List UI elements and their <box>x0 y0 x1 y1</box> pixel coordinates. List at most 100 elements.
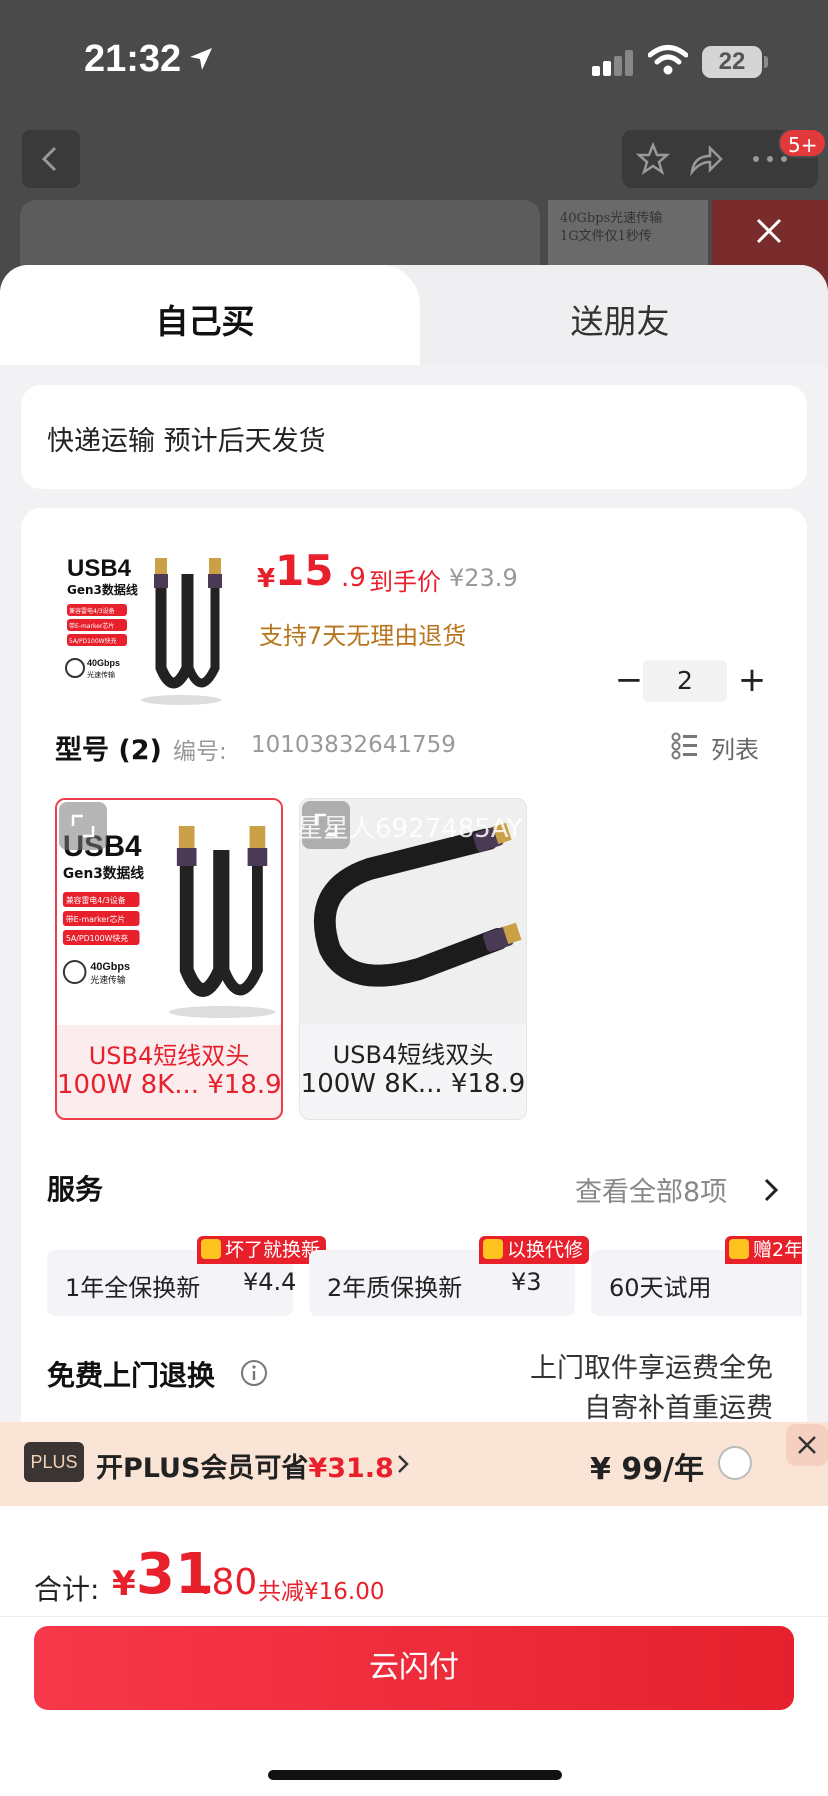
model-code: 10103832641759 <box>251 732 456 758</box>
info-icon[interactable] <box>239 1358 269 1388</box>
service-price: ¥4.4 <box>243 1268 297 1296</box>
variant-spec: 100W 8K... ¥18.9 <box>57 1070 281 1100</box>
variant-price: ¥18.9 <box>207 1070 282 1100</box>
variant-sub: 100W 8K... <box>57 1070 199 1100</box>
plus-save-amount: ¥31.8 <box>308 1453 394 1484</box>
total-label: 合计: <box>34 1573 100 1606</box>
variant-name: USB4短线双头 <box>332 1041 494 1069</box>
star-icon <box>483 1239 503 1259</box>
plus-radio[interactable] <box>718 1446 752 1480</box>
list-view-icon[interactable] <box>671 732 699 760</box>
battery-nub <box>764 56 768 68</box>
thumb-speed: 40Gbps <box>87 658 120 668</box>
service-badge: 赠2年 <box>725 1236 802 1264</box>
thumb-brand: USB4 <box>67 555 132 582</box>
product-card: USB4 Gen3数据线 兼容雷电4/3设备 带E-marker芯片 5A/PD… <box>21 508 807 1488</box>
close-icon <box>798 1436 816 1454</box>
star-icon[interactable] <box>636 142 670 176</box>
location-arrow-icon <box>190 48 212 70</box>
plus-close-button[interactable] <box>786 1424 828 1466</box>
variant1-tag1: 兼容雷电4/3设备 <box>66 895 126 905</box>
banner-line1: 40Gbps光速传输 <box>560 211 663 226</box>
more-badge: 5+ <box>778 128 828 158</box>
free-return-title: 免费上门退换 <box>47 1359 216 1392</box>
plus-member-bar[interactable]: PLUS 开PLUS会员可省¥31.8 ¥ 99/年 <box>0 1422 828 1506</box>
original-price: ¥23.9 <box>449 564 518 592</box>
plus-price: ¥ 99/年 <box>590 1452 705 1487</box>
total-decimal: .80 <box>200 1562 258 1603</box>
plus-logo: PLUS <box>24 1442 84 1482</box>
expand-image-icon[interactable] <box>59 802 107 850</box>
checkout-footer: 合计: ¥ 31 .80 共减¥16.00 云闪付 <box>0 1506 828 1796</box>
back-button[interactable] <box>22 130 80 188</box>
service-label: 1年全保换新 <box>65 1274 201 1302</box>
service-label: 60天试用 <box>609 1274 712 1302</box>
variant-sub: 100W 8K... <box>300 1069 443 1099</box>
services-title: 服务 <box>47 1173 104 1206</box>
status-bar: 21:32 22 <box>0 0 828 120</box>
services-row: 1年全保换新 ¥4.4 坏了就换新 2年质保换新 ¥3 以换代修 60天试用 赠… <box>47 1236 802 1344</box>
tab-send-friend[interactable]: 送朋友 <box>420 295 820 343</box>
quantity-increase-button[interactable]: + <box>731 660 773 702</box>
battery-indicator: 22 <box>702 46 762 78</box>
price-integer: 15 <box>275 546 334 595</box>
variant1-speed: 40Gbps <box>90 961 130 973</box>
variant1-sub: Gen3数据线 <box>63 865 144 882</box>
price-symbol: ¥ <box>257 564 276 594</box>
home-indicator <box>268 1770 562 1780</box>
plus-promo-text: 开PLUS会员可省 <box>96 1453 309 1484</box>
variant-spec: 100W 8K... ¥18.9 <box>300 1069 526 1099</box>
cellular-signal-icon <box>592 50 633 76</box>
variant1-tag2: 带E-marker芯片 <box>66 914 125 924</box>
return-policy: 支持7天无理由退货 <box>259 622 467 650</box>
service-price: ¥3 <box>511 1268 542 1296</box>
background-banner: 40Gbps光速传输 1G文件仅1秒传 <box>548 200 708 270</box>
variant-name: USB4短线双头 <box>88 1042 250 1070</box>
product-thumbnail[interactable]: USB4 Gen3数据线 兼容雷电4/3设备 带E-marker芯片 5A/PD… <box>61 538 233 710</box>
service-label: 2年质保换新 <box>327 1274 463 1302</box>
variant-option-2[interactable]: USB4短线双头 100W 8K... ¥18.9 <box>299 798 527 1120</box>
delivery-card[interactable]: 快递运输 预计后天发货 <box>21 385 807 489</box>
service-badge-text: 以换代修 <box>507 1239 584 1261</box>
pay-button[interactable]: 云闪付 <box>34 1626 794 1710</box>
total-symbol: ¥ <box>112 1564 136 1604</box>
variant1-speed-sub: 光速传输 <box>90 974 125 986</box>
banner-line2: 1G文件仅1秒传 <box>560 229 652 244</box>
thumb-speed-sub: 光速传输 <box>87 670 115 679</box>
free-return-line1: 上门取件享运费全免 <box>530 1353 773 1384</box>
free-return-line2: 自寄补首重运费 <box>584 1393 773 1424</box>
tab-buy-self-label[interactable]: 自己买 <box>0 295 410 343</box>
model-title: 型号 (2) <box>55 735 162 766</box>
variant-price: ¥18.9 <box>450 1069 526 1099</box>
close-sheet-icon[interactable] <box>752 214 786 248</box>
plus-promo: 开PLUS会员可省¥31.8 <box>96 1446 394 1485</box>
service-badge: 坏了就换新 <box>197 1236 327 1264</box>
chevron-right-icon <box>398 1455 409 1473</box>
thumb-tag3: 5A/PD100W快充 <box>69 637 117 645</box>
chevron-right-icon[interactable] <box>761 1176 781 1204</box>
status-time: 21:32 <box>84 38 182 80</box>
variant1-tag3: 5A/PD100W快充 <box>66 933 128 943</box>
wifi-icon <box>648 45 688 75</box>
variant-option-1[interactable]: USB4 Gen3数据线 兼容雷电4/3设备 带E-marker芯片 5A/PD… <box>55 798 283 1120</box>
watermark-text: 星星人6927485AY <box>297 814 523 844</box>
final-price-label: 到手价 <box>369 568 441 596</box>
thumb-tag1: 兼容雷电4/3设备 <box>69 607 115 615</box>
service-badge: 以换代修 <box>479 1236 590 1264</box>
service-badge-text: 坏了就换新 <box>225 1239 321 1261</box>
quantity-input[interactable]: 2 <box>643 660 727 702</box>
list-view-label[interactable]: 列表 <box>711 730 759 765</box>
share-icon[interactable] <box>688 142 724 176</box>
divider <box>0 1616 828 1617</box>
thumb-tag2: 带E-marker芯片 <box>69 622 114 630</box>
services-view-all[interactable]: 查看全部8项 <box>575 1170 727 1209</box>
model-code-label: 编号: <box>173 739 227 765</box>
delivery-text: 快递运输 预计后天发货 <box>47 426 326 457</box>
service-badge-text: 赠2年 <box>753 1239 802 1261</box>
thumb-sub: Gen3数据线 <box>67 582 138 597</box>
price-decimal: .9 <box>341 563 366 593</box>
total-reduction: 共减¥16.00 <box>258 1579 385 1605</box>
star-icon <box>729 1239 749 1259</box>
chevron-left-icon <box>41 146 57 172</box>
fist-icon <box>201 1239 221 1259</box>
